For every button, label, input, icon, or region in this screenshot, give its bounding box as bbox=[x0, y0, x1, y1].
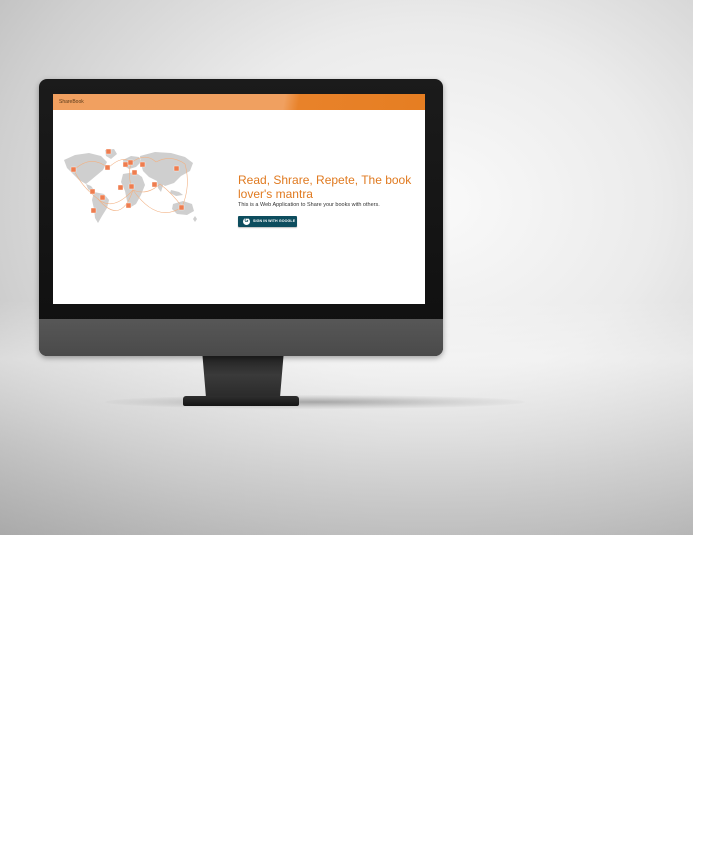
mockup-backdrop: ShareBook Read, Shrare, Repete, The book… bbox=[0, 0, 693, 535]
hero-subtitle: This is a Web Application to Share your … bbox=[238, 202, 380, 208]
world-map-illustration bbox=[64, 148, 197, 223]
monitor-stand-base bbox=[183, 396, 299, 406]
monitor-chin bbox=[39, 319, 443, 356]
app-screen: ShareBook Read, Shrare, Repete, The book… bbox=[53, 94, 425, 304]
sign-in-button-label: SIGN IN WITH GOOGLE bbox=[253, 219, 296, 223]
google-g-icon: G bbox=[243, 218, 250, 225]
sign-in-with-google-button[interactable]: G SIGN IN WITH GOOGLE bbox=[238, 216, 297, 227]
monitor: ShareBook Read, Shrare, Repete, The book… bbox=[39, 79, 443, 356]
app-header-bar: ShareBook bbox=[53, 94, 425, 110]
monitor-stand-neck bbox=[202, 356, 284, 398]
hero-headline: Read, Shrare, Repete, The book lover's m… bbox=[238, 173, 412, 201]
stand-shadow bbox=[105, 395, 525, 409]
app-title[interactable]: ShareBook bbox=[59, 98, 84, 106]
